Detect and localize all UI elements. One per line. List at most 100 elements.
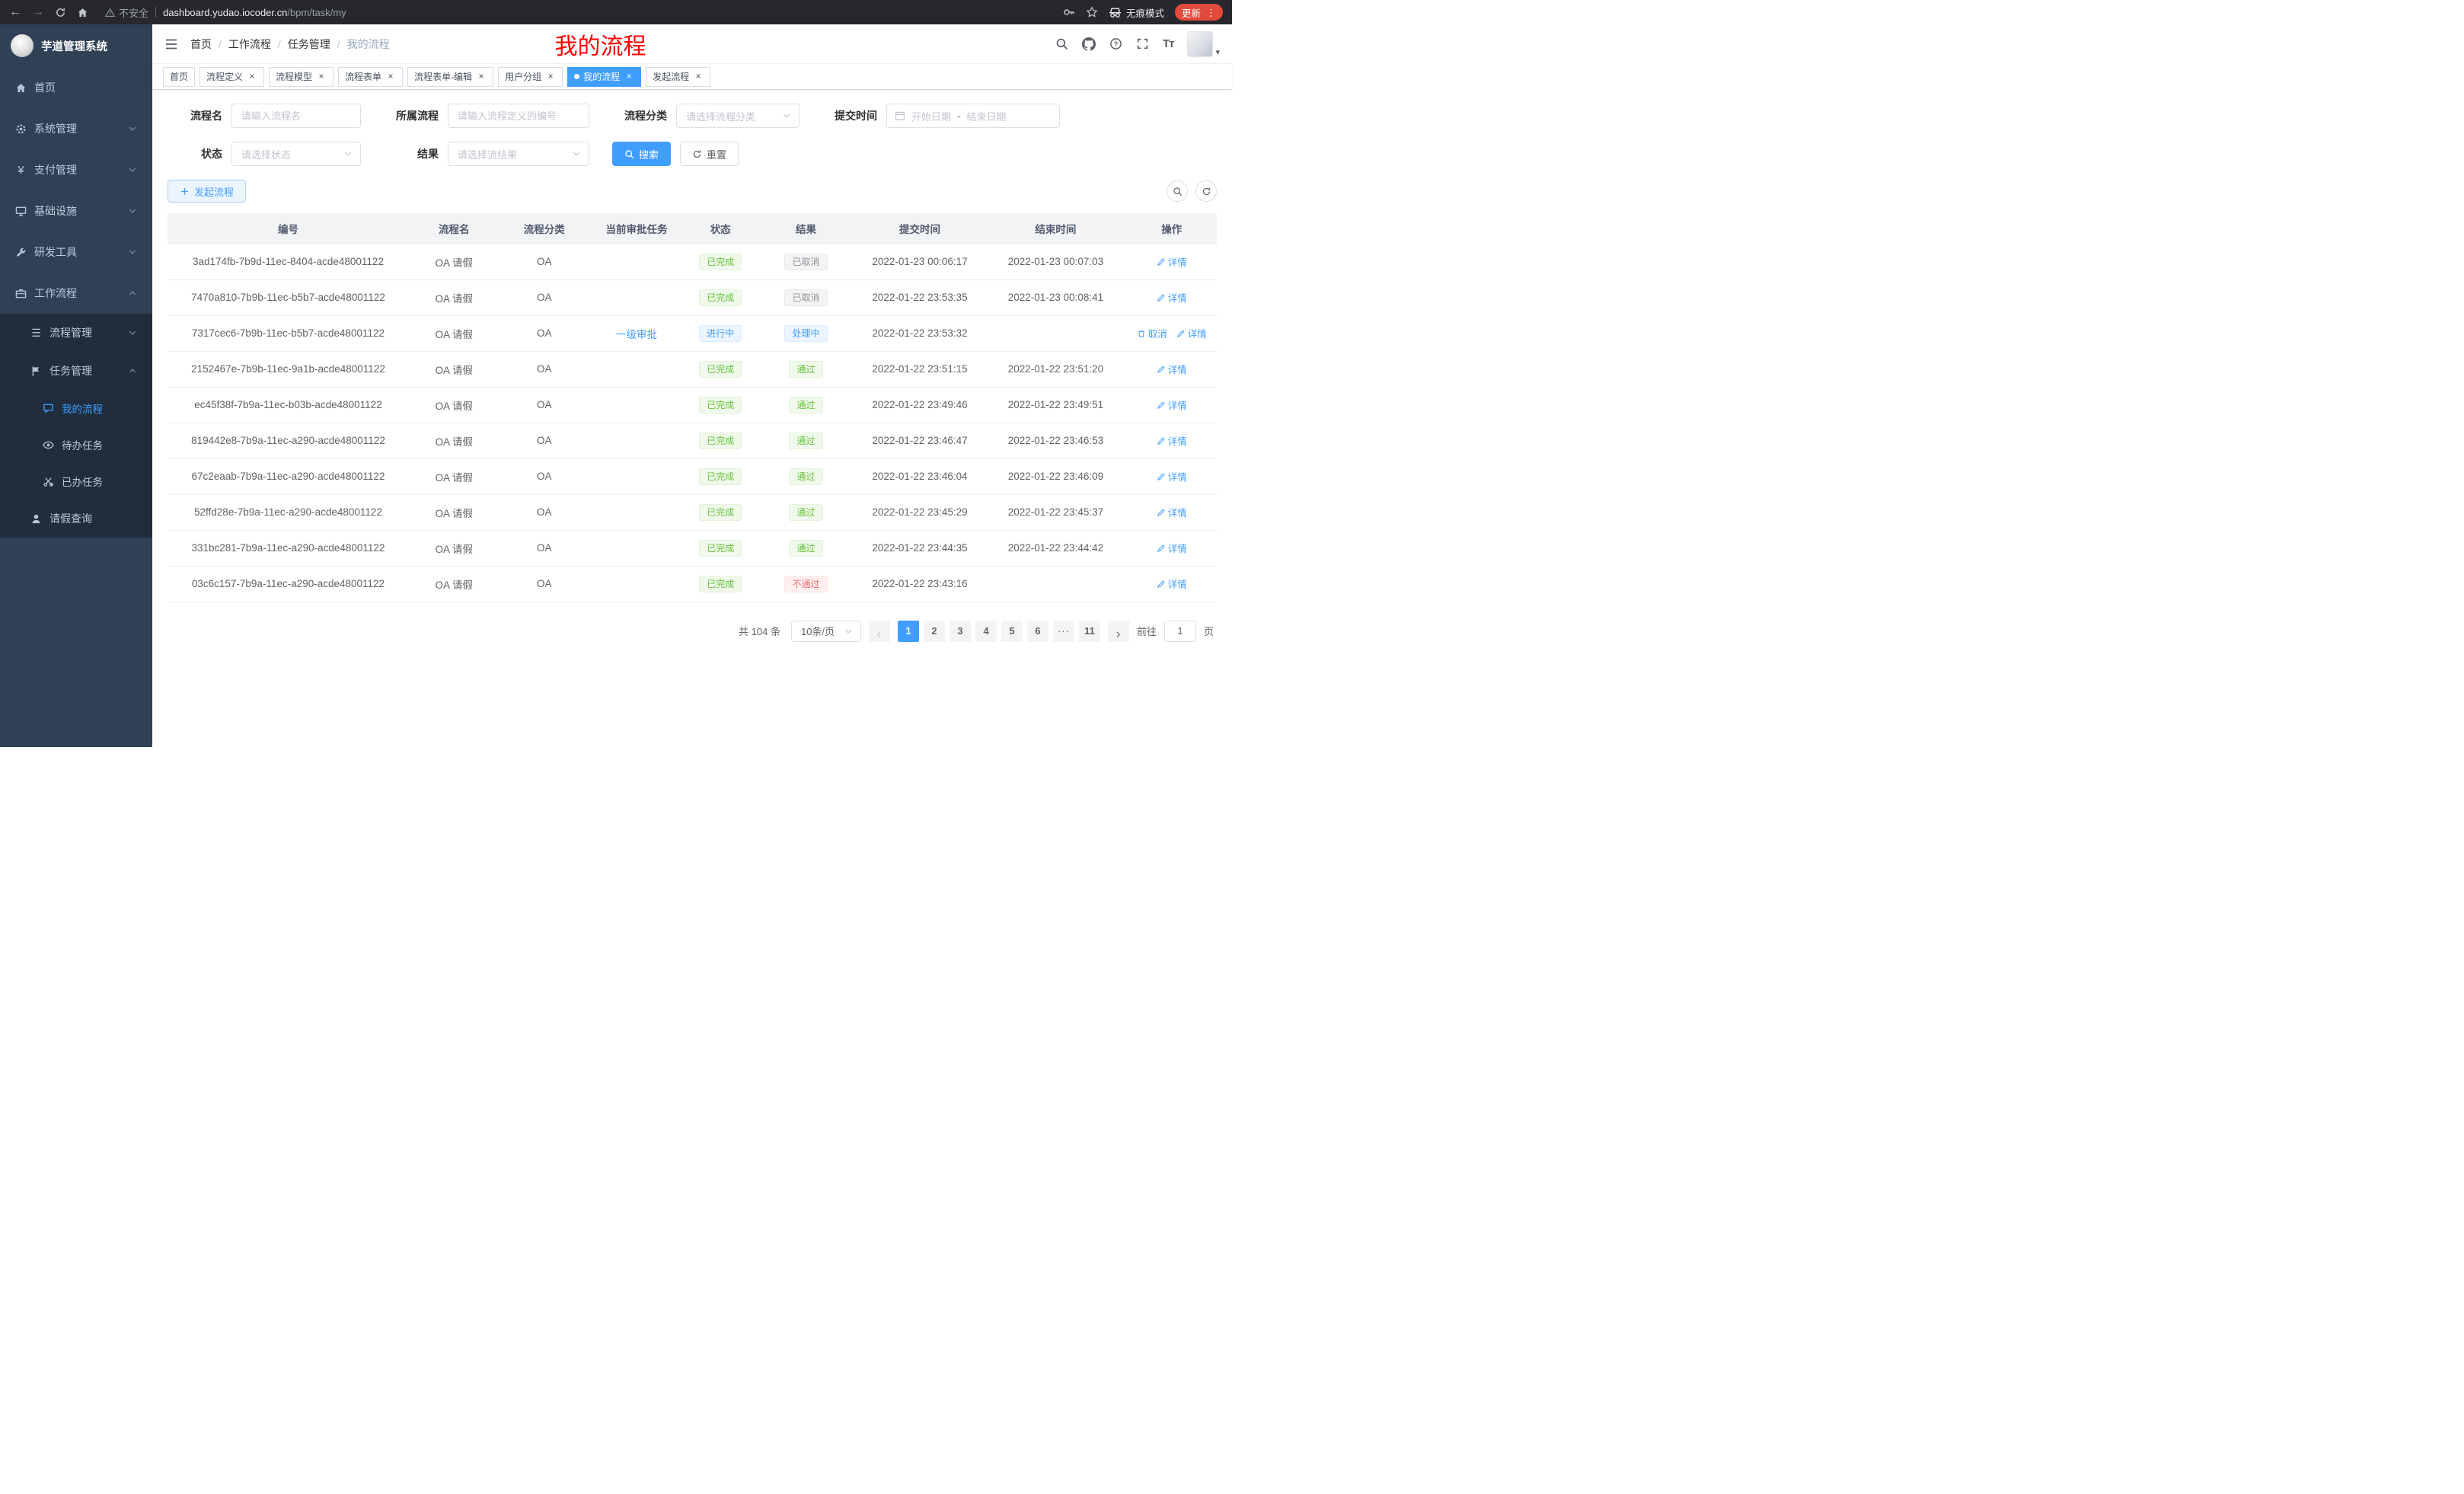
bookmark-star-icon[interactable] bbox=[1086, 6, 1098, 18]
sidebar-item-todo-tasks[interactable]: 待办任务 bbox=[0, 426, 152, 463]
tab-流程定义[interactable]: 流程定义× bbox=[199, 67, 264, 87]
tab-用户分组[interactable]: 用户分组× bbox=[498, 67, 563, 87]
breadcrumb-home[interactable]: 首页 bbox=[190, 37, 212, 52]
cancel-action[interactable]: 取消 bbox=[1137, 326, 1167, 340]
toggle-search-button[interactable] bbox=[1167, 180, 1188, 202]
tab-我的流程[interactable]: 我的流程× bbox=[567, 67, 641, 87]
pagination-next[interactable] bbox=[1108, 621, 1129, 642]
tab-close-icon[interactable]: × bbox=[316, 72, 327, 82]
tab-流程表单-编辑[interactable]: 流程表单-编辑× bbox=[407, 67, 493, 87]
cell-end-time bbox=[985, 566, 1126, 602]
pagination-page-5[interactable]: 5 bbox=[1001, 621, 1023, 642]
pagination-page-6[interactable]: 6 bbox=[1027, 621, 1048, 642]
detail-action[interactable]: 详情 bbox=[1176, 326, 1207, 340]
pagination-page-3[interactable]: 3 bbox=[950, 621, 971, 642]
cell-end-time: 2022-01-22 23:46:09 bbox=[985, 458, 1126, 494]
cell-name: OA 请假 bbox=[409, 494, 500, 530]
cell-submit-time: 2022-01-22 23:44:35 bbox=[855, 530, 985, 566]
detail-action[interactable]: 详情 bbox=[1157, 505, 1187, 519]
tab-首页[interactable]: 首页 bbox=[163, 67, 195, 87]
tab-流程模型[interactable]: 流程模型× bbox=[269, 67, 334, 87]
user-avatar[interactable]: ▾ bbox=[1187, 31, 1220, 57]
list-icon: ☰ bbox=[30, 327, 42, 338]
key-icon[interactable] bbox=[1063, 6, 1075, 18]
detail-action[interactable]: 详情 bbox=[1157, 433, 1187, 448]
sidebar-item-devtools[interactable]: 研发工具 bbox=[0, 231, 152, 273]
browser-update-button[interactable]: 更新 ⋮ bbox=[1175, 4, 1223, 21]
pagination-page-11[interactable]: 11 bbox=[1079, 621, 1100, 642]
pagination-page-2[interactable]: 2 bbox=[924, 621, 945, 642]
tab-close-icon[interactable]: × bbox=[385, 72, 396, 82]
page-size-select[interactable]: 10条/页 bbox=[791, 621, 861, 642]
font-size-icon[interactable]: Tᴛ bbox=[1163, 37, 1174, 50]
sidebar-item-task-mgmt[interactable]: 任务管理 bbox=[0, 352, 152, 390]
goto-page-input[interactable] bbox=[1164, 621, 1196, 642]
pagination-page-1[interactable]: 1 bbox=[898, 621, 919, 642]
cell-result: 不通过 bbox=[757, 566, 854, 602]
tab-流程表单[interactable]: 流程表单× bbox=[338, 67, 403, 87]
pagination-more[interactable]: ··· bbox=[1053, 621, 1074, 642]
github-icon[interactable] bbox=[1082, 37, 1096, 51]
sidebar-item-infra[interactable]: 基础设施 bbox=[0, 190, 152, 231]
fullscreen-icon[interactable] bbox=[1136, 37, 1149, 50]
cell-id: ec45f38f-7b9a-11ec-b03b-acde48001122 bbox=[168, 387, 409, 423]
detail-action[interactable]: 详情 bbox=[1157, 290, 1187, 305]
search-icon[interactable] bbox=[1055, 37, 1068, 50]
browser-reload-icon[interactable] bbox=[55, 7, 66, 18]
cell-result: 通过 bbox=[757, 351, 854, 387]
search-icon bbox=[624, 149, 634, 159]
browser-back-icon[interactable]: ← bbox=[9, 6, 21, 18]
breadcrumb-current: 我的流程 bbox=[347, 37, 390, 52]
detail-action[interactable]: 详情 bbox=[1157, 469, 1187, 484]
help-icon[interactable] bbox=[1109, 37, 1122, 50]
tab-close-icon[interactable]: × bbox=[624, 72, 634, 82]
detail-action[interactable]: 详情 bbox=[1157, 254, 1187, 269]
pagination-page-4[interactable]: 4 bbox=[975, 621, 997, 642]
result-tag: 已取消 bbox=[784, 289, 827, 306]
browser-menu-icon[interactable]: ⋮ bbox=[1206, 8, 1216, 18]
tab-close-icon[interactable]: × bbox=[476, 72, 487, 82]
sidebar-toggle-icon[interactable] bbox=[164, 37, 178, 51]
process-name-input[interactable] bbox=[231, 104, 361, 128]
sidebar-item-workflow[interactable]: 工作流程 bbox=[0, 273, 152, 314]
detail-action[interactable]: 详情 bbox=[1157, 541, 1187, 555]
sidebar-item-home[interactable]: 首页 bbox=[0, 67, 152, 108]
start-process-button[interactable]: 发起流程 bbox=[168, 180, 246, 203]
tab-close-icon[interactable]: × bbox=[693, 72, 704, 82]
cell-current-task: 一级审批 bbox=[589, 315, 684, 351]
detail-action[interactable]: 详情 bbox=[1157, 362, 1187, 376]
tab-close-icon[interactable]: × bbox=[545, 72, 556, 82]
reset-button[interactable]: 重置 bbox=[680, 142, 739, 166]
sidebar-item-process-mgmt[interactable]: ☰ 流程管理 bbox=[0, 314, 152, 352]
sidebar-item-my-process[interactable]: 我的流程 bbox=[0, 390, 152, 426]
cell-submit-time: 2022-01-22 23:43:16 bbox=[855, 566, 985, 602]
cell-category: OA bbox=[499, 244, 589, 279]
category-select[interactable]: 请选择流程分类 bbox=[676, 104, 800, 128]
address-bar[interactable]: 不安全 dashboard.yudao.iocoder.cn/bpm/task/… bbox=[105, 5, 1052, 20]
breadcrumb-workflow[interactable]: 工作流程 bbox=[228, 37, 271, 52]
sidebar-item-leave-query[interactable]: 请假查询 bbox=[0, 500, 152, 538]
status-tag: 已完成 bbox=[699, 433, 742, 449]
sidebar-item-done-tasks[interactable]: 已办任务 bbox=[0, 463, 152, 500]
pagination-prev[interactable] bbox=[869, 621, 890, 642]
sidebar-item-system[interactable]: 系统管理 bbox=[0, 108, 152, 149]
tab-发起流程[interactable]: 发起流程× bbox=[646, 67, 710, 87]
browser-home-icon[interactable] bbox=[77, 7, 88, 18]
cell-actions: 详情 bbox=[1126, 351, 1217, 387]
refresh-table-button[interactable] bbox=[1195, 180, 1217, 202]
breadcrumb-task-mgmt[interactable]: 任务管理 bbox=[288, 37, 330, 52]
process-def-input[interactable] bbox=[448, 104, 589, 128]
detail-action[interactable]: 详情 bbox=[1157, 397, 1187, 412]
tab-close-icon[interactable]: × bbox=[247, 72, 257, 82]
sidebar-menu: 首页 系统管理 ¥ 支付管理 基础设施 研发工具 bbox=[0, 67, 152, 538]
edit-icon bbox=[1157, 365, 1166, 374]
date-range-picker[interactable]: 开始日期 - 结束日期 bbox=[886, 104, 1060, 128]
result-select[interactable]: 请选择流结果 bbox=[448, 142, 589, 166]
status-select[interactable]: 请选择状态 bbox=[231, 142, 361, 166]
search-button[interactable]: 搜索 bbox=[612, 142, 671, 166]
detail-action[interactable]: 详情 bbox=[1157, 576, 1187, 591]
sidebar-item-payment[interactable]: ¥ 支付管理 bbox=[0, 149, 152, 190]
browser-forward-icon[interactable]: → bbox=[32, 6, 44, 18]
security-indicator[interactable]: 不安全 bbox=[105, 5, 148, 20]
current-task-link[interactable]: 一级审批 bbox=[616, 329, 657, 340]
